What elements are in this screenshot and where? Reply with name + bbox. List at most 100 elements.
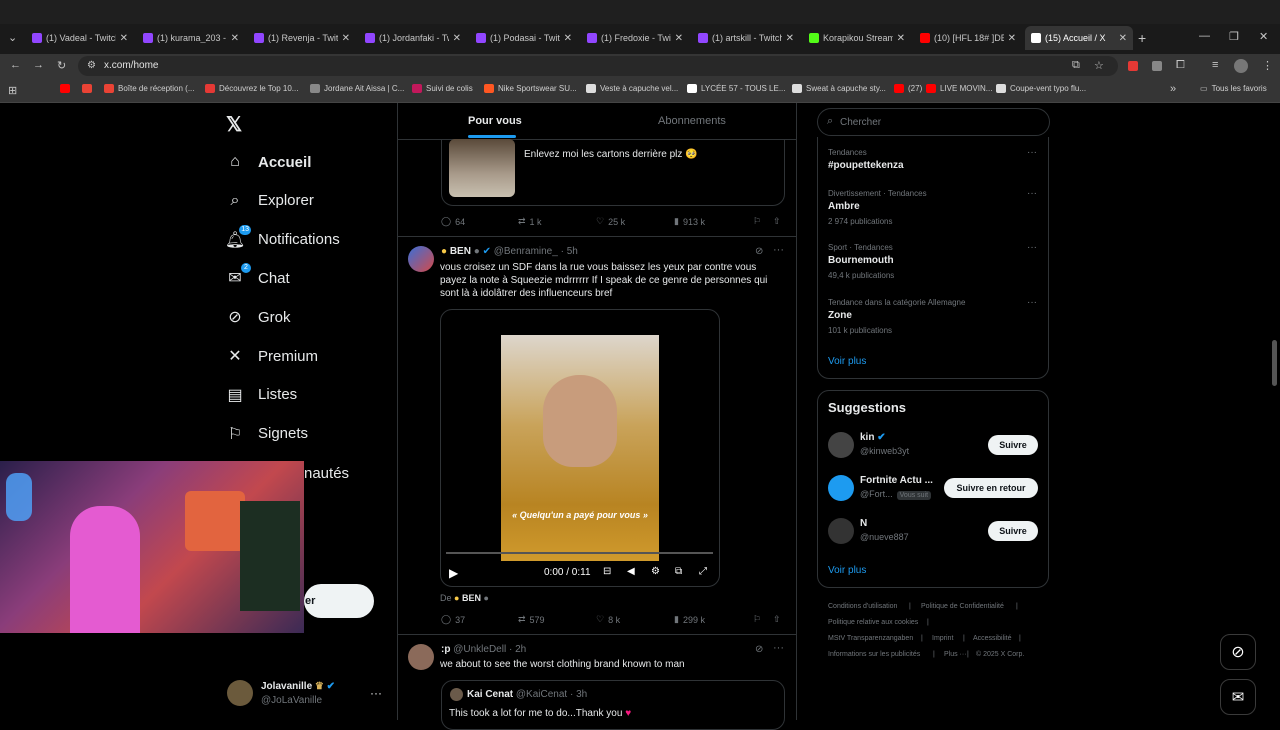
- tweet-time[interactable]: · 2h: [509, 644, 526, 655]
- sidebar-item-communities[interactable]: nautés: [304, 461, 349, 485]
- x-logo-icon[interactable]: 𝕏: [226, 112, 242, 137]
- tweet-author[interactable]: BEN: [450, 246, 471, 257]
- tab-close-icon[interactable]: ✕: [1008, 33, 1016, 44]
- fullscreen-icon[interactable]: ⤢: [699, 566, 707, 577]
- sidebar-item-explorer[interactable]: ⌕ Explorer: [226, 189, 314, 213]
- url-input[interactable]: ⚙ x.com/home: [78, 56, 1118, 76]
- close-window-icon[interactable]: ✕: [1259, 30, 1268, 43]
- footer-link[interactable]: Conditions d'utilisation: [828, 603, 897, 610]
- like-button[interactable]: ♡ 8 k: [596, 614, 620, 625]
- star-icon[interactable]: ☆: [1094, 59, 1104, 72]
- tweet-time[interactable]: · 5h: [561, 246, 578, 257]
- bookmark-item[interactable]: Découvrez le Top 10...: [205, 84, 298, 93]
- extension-icon[interactable]: [1128, 61, 1138, 71]
- suggestions-show-more[interactable]: Voir plus: [828, 565, 866, 576]
- video-progress[interactable]: [446, 552, 713, 554]
- video-frame[interactable]: « Quelqu'un a payé pour vous »: [501, 335, 659, 561]
- tweet-handle[interactable]: @Benramine_: [494, 246, 558, 257]
- suggestion-name[interactable]: kin ✔: [860, 432, 886, 443]
- bookmark-item[interactable]: [60, 84, 74, 93]
- bookmark-item[interactable]: Jordane Ait Aissa | C...: [310, 84, 404, 93]
- grok-icon[interactable]: ⊘: [755, 644, 763, 655]
- views-button[interactable]: ▮ 913 k: [674, 216, 705, 227]
- retweet-button[interactable]: ⇄ 1 k: [518, 216, 542, 227]
- bookmark-item[interactable]: Boîte de réception (...: [104, 84, 195, 93]
- trend-name[interactable]: Ambre: [828, 201, 860, 212]
- browser-tab[interactable]: (1) Revenja - Twitch ✕: [248, 26, 356, 50]
- pip-icon[interactable]: ⧉: [675, 566, 682, 577]
- footer-link[interactable]: Imprint: [932, 635, 953, 642]
- bookmark-item[interactable]: Coupe-vent typo flu...: [996, 84, 1086, 93]
- browser-tab[interactable]: (10) [HFL 18# ]DE ✕: [914, 26, 1022, 50]
- back-icon[interactable]: ←: [10, 59, 21, 71]
- bookmark-icon[interactable]: ⚐: [753, 216, 761, 227]
- sidebar-item-chat[interactable]: ✉ 2 Chat: [226, 263, 290, 290]
- browser-tab[interactable]: (1) kurama_203 - ✕: [137, 26, 245, 50]
- tab-close-icon[interactable]: ✕: [897, 33, 905, 44]
- grok-icon[interactable]: ⊘: [755, 246, 763, 257]
- suggestion-name[interactable]: N: [860, 518, 867, 529]
- tweet-handle[interactable]: @UnkleDell: [453, 644, 506, 655]
- follow-button[interactable]: Suivre en retour: [944, 478, 1038, 498]
- bookmark-item[interactable]: [82, 84, 96, 93]
- retweet-button[interactable]: ⇄ 579: [518, 614, 545, 625]
- tweet-avatar[interactable]: [408, 246, 434, 272]
- sidebar-item-listes[interactable]: ▤ Listes: [226, 383, 297, 407]
- media-icon[interactable]: ≡: [1212, 59, 1218, 71]
- bookmark-item[interactable]: Suivi de colis: [412, 84, 473, 93]
- scrollbar-thumb[interactable]: [1272, 340, 1277, 386]
- more-icon[interactable]: ···: [1027, 242, 1037, 253]
- tab-following[interactable]: Abonnements: [658, 115, 726, 127]
- suggestion-avatar[interactable]: [828, 475, 854, 501]
- tweet-author[interactable]: :p: [441, 644, 450, 655]
- suggestion-avatar[interactable]: [828, 432, 854, 458]
- footer-link[interactable]: MStV Transparenzangaben: [828, 635, 913, 642]
- sidebar-item-signets[interactable]: ⚐ Signets: [226, 422, 308, 446]
- follow-button[interactable]: Suivre: [988, 521, 1038, 541]
- extension-icon[interactable]: [1152, 61, 1162, 71]
- reply-button[interactable]: ◯ 37: [441, 614, 465, 625]
- bookmark-item[interactable]: LIVE MOVIN...: [926, 84, 992, 93]
- settings-icon[interactable]: ⚙: [651, 566, 660, 577]
- minimize-icon[interactable]: —: [1199, 30, 1210, 42]
- quoted-tweet-card[interactable]: [441, 680, 785, 730]
- apps-icon[interactable]: ⊞: [8, 84, 17, 97]
- profile-avatar[interactable]: [1234, 59, 1248, 73]
- suggestion-avatar[interactable]: [828, 518, 854, 544]
- more-icon[interactable]: ···: [1027, 147, 1037, 158]
- reload-icon[interactable]: ↻: [57, 59, 66, 72]
- forward-icon[interactable]: →: [33, 59, 44, 71]
- bookmark-item[interactable]: Sweat à capuche sty...: [792, 84, 886, 93]
- volume-icon[interactable]: ◀: [627, 566, 635, 577]
- suggestion-name[interactable]: Fortnite Actu ...: [860, 475, 933, 486]
- install-icon[interactable]: ⧉: [1072, 59, 1080, 72]
- browser-tab[interactable]: (1) Vadeal - Twitch ✕: [26, 26, 134, 50]
- footer-link[interactable]: Politique relative aux cookies: [828, 619, 918, 626]
- sidebar-item-notifications[interactable]: 🔔︎ 13 Notifications: [225, 224, 340, 252]
- bookmark-item[interactable]: (27): [894, 84, 922, 93]
- tab-close-icon[interactable]: ✕: [231, 33, 239, 44]
- like-button[interactable]: ♡ 25 k: [596, 216, 625, 227]
- account-avatar[interactable]: [227, 680, 253, 706]
- browser-tab[interactable]: (1) Fredoxie - Twit ✕: [581, 26, 689, 50]
- site-info-icon[interactable]: ⚙: [87, 56, 96, 76]
- sidebar-item-premium[interactable]: ✕ Premium: [226, 344, 318, 368]
- footer-link[interactable]: Plus ···: [944, 651, 967, 658]
- tab-for-you[interactable]: Pour vous: [468, 115, 522, 127]
- browser-tab[interactable]: (1) Podasai - Twitch ✕: [470, 26, 578, 50]
- tab-close-icon[interactable]: ✕: [564, 33, 572, 44]
- sidebar-item-accueil[interactable]: ⌂ Accueil: [226, 150, 311, 174]
- new-tab-icon[interactable]: +: [1138, 30, 1146, 46]
- share-icon[interactable]: ⇧: [773, 216, 781, 227]
- play-icon[interactable]: ▶: [449, 566, 458, 580]
- sidebar-item-grok[interactable]: ⊘ Grok: [226, 305, 290, 329]
- browser-tab[interactable]: (1) artskill - Twitch ✕: [692, 26, 800, 50]
- tab-close-icon[interactable]: ✕: [1119, 33, 1127, 44]
- footer-link[interactable]: Politique de Confidentialité: [921, 603, 1004, 610]
- views-button[interactable]: ▮ 299 k: [674, 614, 705, 625]
- more-icon[interactable]: ···: [773, 642, 784, 654]
- grok-floating-button[interactable]: ⊘: [1220, 634, 1256, 670]
- all-bookmarks[interactable]: ▭ Tous les favoris: [1200, 84, 1267, 93]
- trends-show-more[interactable]: Voir plus: [828, 356, 866, 367]
- tweet-avatar[interactable]: [408, 644, 434, 670]
